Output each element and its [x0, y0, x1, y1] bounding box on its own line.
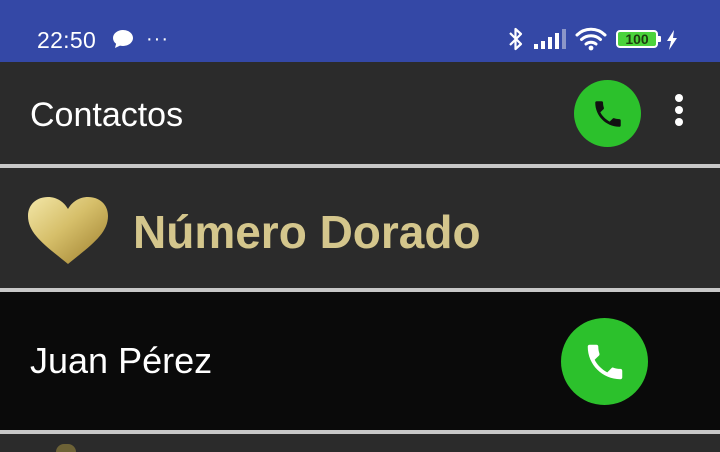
- list-item[interactable]: Juan Pérez: [0, 292, 720, 430]
- more-vert-icon: [675, 94, 683, 102]
- golden-number-label: Número Dorado: [133, 206, 481, 258]
- phone-icon: [587, 344, 622, 379]
- wifi-icon: [575, 27, 607, 56]
- partial-icon: [56, 444, 76, 452]
- signal-icon: [534, 29, 568, 54]
- more-notifications-icon: ···: [146, 28, 169, 50]
- call-contact-button[interactable]: [561, 318, 648, 405]
- app-bar: Contactos: [0, 62, 720, 164]
- contact-name: Juan Pérez: [30, 340, 213, 381]
- bluetooth-icon: [508, 26, 524, 57]
- chat-bubble-icon: [112, 29, 134, 54]
- status-bar: 22:50 ··· 100: [0, 0, 720, 62]
- heart-icon: [26, 196, 110, 271]
- list-item[interactable]: [0, 434, 720, 452]
- status-time: 22:50: [37, 27, 97, 53]
- phone-icon: [594, 100, 621, 127]
- page-title: Contactos: [30, 96, 184, 134]
- more-options-button[interactable]: [667, 94, 691, 132]
- battery-icon: 100: [616, 30, 661, 48]
- charging-bolt-icon: [666, 30, 678, 55]
- golden-number-row[interactable]: Número Dorado: [0, 168, 720, 288]
- call-button[interactable]: [574, 80, 641, 147]
